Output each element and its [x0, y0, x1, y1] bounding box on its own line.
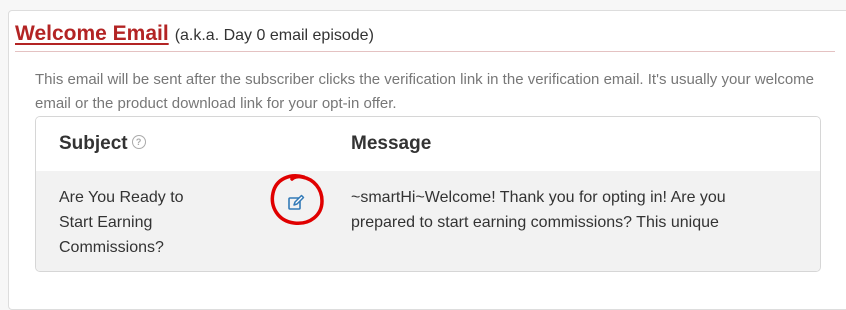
subject-header-label: Subject: [59, 133, 128, 154]
section-header: Welcome Email (a.k.a. Day 0 email episod…: [15, 22, 835, 52]
section-title-note: (a.k.a. Day 0 email episode): [174, 27, 374, 44]
section-title: Welcome Email: [15, 22, 169, 45]
section-description: This email will be sent after the subscr…: [35, 71, 815, 112]
edit-button[interactable]: [283, 190, 309, 216]
row-message: ~smartHi~Welcome! Thank you for opting i…: [351, 189, 726, 231]
row-subject: Are You Ready to Start Earning Commissio…: [59, 189, 184, 256]
welcome-email-table: Subject? Message Are You Ready to Start …: [35, 116, 821, 272]
table-header: Subject? Message: [36, 117, 820, 172]
question-circle-icon[interactable]: ?: [131, 134, 146, 149]
table-row: Are You Ready to Start Earning Commissio…: [36, 171, 820, 271]
subject-column-header: Subject?: [59, 133, 146, 155]
edit-icon: [288, 194, 305, 210]
message-column-header: Message: [351, 133, 432, 154]
